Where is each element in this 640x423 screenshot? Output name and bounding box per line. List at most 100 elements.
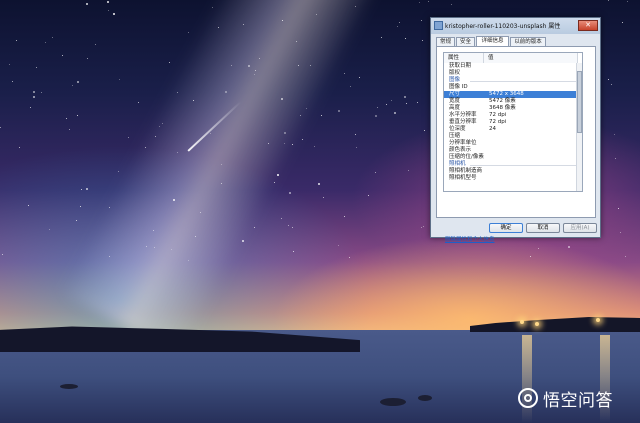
star <box>117 170 119 172</box>
property-row[interactable]: 压缩的位/像素 <box>444 154 582 161</box>
star <box>2 254 4 256</box>
property-row[interactable]: 照相机制造商 <box>444 168 582 175</box>
star <box>49 229 51 231</box>
wukong-logo-icon <box>518 388 538 408</box>
property-list[interactable]: 属性 值 获取日期 版权 图像 图像 ID 尺寸 5472 x 3648 宽度 5472 像素… <box>443 52 583 192</box>
tab-previous-versions[interactable]: 以前的版本 <box>510 37 546 46</box>
property-row[interactable]: 照相机 <box>444 161 582 168</box>
star <box>396 25 398 27</box>
property-row[interactable]: 宽度 5472 像素 <box>444 98 582 105</box>
star <box>293 251 295 253</box>
star <box>81 189 83 191</box>
star <box>253 227 255 229</box>
property-row[interactable]: 图像 ID <box>444 84 582 91</box>
scrollbar-thumb[interactable] <box>577 71 582 133</box>
star <box>428 0 430 2</box>
close-button[interactable]: ✕ <box>578 20 598 31</box>
star <box>15 40 17 42</box>
star <box>399 22 401 24</box>
star <box>107 9 109 11</box>
property-row[interactable]: 图像 <box>444 77 582 84</box>
star <box>618 207 620 209</box>
property-name: 照相机 <box>449 161 466 167</box>
star <box>323 197 325 199</box>
property-row[interactable]: 照相机型号 <box>444 175 582 182</box>
star <box>403 96 406 99</box>
property-name: 图像 ID <box>449 84 468 90</box>
star <box>168 61 170 63</box>
star <box>291 143 293 145</box>
vertical-scrollbar[interactable] <box>576 63 582 191</box>
property-row[interactable]: 获取日期 <box>444 63 582 70</box>
star <box>338 109 340 112</box>
property-row[interactable]: 压缩 <box>444 133 582 140</box>
property-name: 照相机制造商 <box>449 168 483 174</box>
star <box>337 245 339 247</box>
watermark: 悟空问答 <box>518 386 613 411</box>
star <box>288 192 291 195</box>
star <box>420 19 422 21</box>
star <box>283 131 286 134</box>
star <box>152 229 154 231</box>
property-row[interactable]: 水平分辨率 72 dpi <box>444 112 582 119</box>
star <box>106 0 109 3</box>
star <box>280 217 282 219</box>
apply-button[interactable]: 应用(A) <box>563 223 597 233</box>
star <box>418 2 420 3</box>
town-light <box>535 322 539 326</box>
rock <box>380 398 406 406</box>
star <box>85 3 88 6</box>
property-row[interactable]: 垂直分辨率 72 dpi <box>444 119 582 126</box>
star <box>318 182 321 185</box>
milky-way <box>59 0 381 359</box>
star <box>450 3 452 5</box>
property-name: 宽度 <box>449 98 461 104</box>
star <box>72 85 74 87</box>
property-name: 高度 <box>449 105 461 111</box>
star <box>537 248 539 249</box>
tab-details[interactable]: 详细信息 <box>476 36 509 46</box>
star <box>350 85 352 87</box>
property-row[interactable]: 颜色表示 <box>444 147 582 154</box>
star <box>422 226 424 228</box>
column-header-value[interactable]: 值 <box>484 53 578 63</box>
star <box>390 99 392 101</box>
star <box>12 80 14 82</box>
star <box>316 13 318 15</box>
tab-general[interactable]: 常规 <box>436 37 455 46</box>
property-name: 照相机型号 <box>449 175 477 181</box>
star <box>375 171 377 173</box>
property-row[interactable]: 位深度 24 <box>444 126 582 133</box>
title-bar[interactable]: kristopher-roller-110203-unsplash 属性 ✕ <box>431 18 600 34</box>
tab-security[interactable]: 安全 <box>456 37 475 46</box>
star <box>27 204 29 206</box>
star <box>281 19 283 21</box>
star <box>52 37 54 39</box>
property-row[interactable]: 分辨率单位 <box>444 140 582 147</box>
property-name: 版权 <box>449 70 461 76</box>
property-name: 颜色表示 <box>449 147 472 153</box>
star <box>321 115 323 117</box>
town-light <box>596 318 600 322</box>
cancel-button[interactable]: 取消 <box>526 223 560 233</box>
property-row[interactable]: 尺寸 5472 x 3648 <box>444 91 582 98</box>
property-row[interactable]: 高度 3648 像素 <box>444 105 582 112</box>
star <box>36 66 38 68</box>
star <box>625 255 627 257</box>
property-name: 垂直分辨率 <box>449 119 477 125</box>
property-row[interactable]: 版权 <box>444 70 582 77</box>
star <box>614 133 616 135</box>
star <box>230 65 232 67</box>
star <box>356 147 358 149</box>
property-name: 压缩 <box>449 133 461 139</box>
star <box>313 145 315 147</box>
properties-dialog: kristopher-roller-110203-unsplash 属性 ✕ 常… <box>430 17 601 243</box>
property-name: 尺寸 <box>449 91 461 97</box>
column-header-property[interactable]: 属性 <box>444 53 484 63</box>
rock <box>60 384 78 389</box>
star <box>292 226 293 228</box>
remove-properties-link[interactable]: 删除属性和个人信息 <box>445 235 495 243</box>
ok-button[interactable]: 确定 <box>489 223 523 233</box>
star <box>417 101 419 103</box>
star <box>423 129 425 131</box>
